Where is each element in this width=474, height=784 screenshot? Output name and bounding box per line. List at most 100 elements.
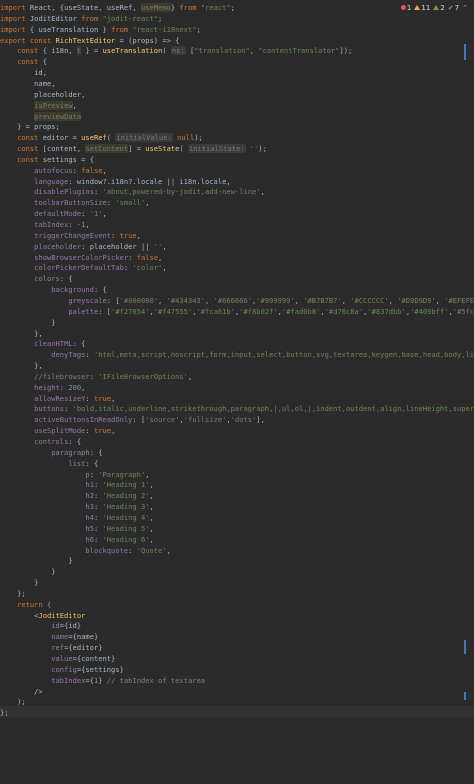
code-line[interactable]: config={settings} [0, 664, 124, 675]
code-line[interactable]: placeholder: placeholder || '', [0, 241, 166, 252]
code-line[interactable]: }, [0, 328, 43, 339]
code-line[interactable]: isPreview, [0, 100, 77, 111]
code-line[interactable]: }, [0, 360, 43, 371]
code-line[interactable]: useSplitMode: true, [0, 425, 115, 436]
code-token: placeholder [34, 241, 82, 251]
code-line[interactable]: cleanHTML: { [0, 338, 85, 349]
code-line[interactable]: paragraph: { [0, 447, 102, 458]
code-line[interactable]: //filebrowser: 'IFileBrowserOptions', [0, 371, 192, 382]
code-token: : { [93, 285, 107, 295]
code-line[interactable]: list: { [0, 458, 98, 469]
code-line[interactable]: id={id} [0, 620, 81, 631]
code-token: : window?.i18n?.locale || i18n.locale, [68, 176, 231, 186]
code-line[interactable]: ref={editor} [0, 642, 103, 653]
scroll-marker [464, 640, 466, 654]
code-line[interactable]: placeholder, [0, 89, 85, 100]
code-line[interactable]: }; [0, 588, 26, 599]
code-line[interactable]: <JoditEditor [0, 610, 85, 621]
code-line[interactable]: greyscale: ['#000000', '#434343', '#6666… [0, 295, 474, 306]
code-line[interactable]: } [0, 566, 55, 577]
code-line[interactable]: allowResizeY: true, [0, 393, 115, 404]
code-token: ={name} [68, 632, 99, 642]
code-token: denyTags [51, 350, 86, 360]
code-line[interactable]: h1: 'Heading 1', [0, 479, 154, 490]
code-line[interactable]: blockquote: 'Quote', [0, 545, 170, 556]
code-token: activeButtonsInReadOnly [34, 415, 133, 425]
code-token: : [93, 491, 103, 501]
code-line[interactable]: ); [0, 696, 26, 707]
code-line[interactable]: const settings = { [0, 154, 94, 165]
code-line[interactable]: toolbarButtonSize: 'small', [0, 197, 149, 208]
code-line[interactable]: colorPickerDefaultTab: 'color', [0, 262, 166, 273]
code-line[interactable]: denyTags: 'html,meta,script,noscript,for… [0, 349, 474, 360]
code-token: } [0, 317, 56, 327]
code-line[interactable]: p: 'Paragraph', [0, 469, 150, 480]
code-line[interactable]: } = props; [0, 121, 60, 132]
code-token: , [149, 480, 154, 490]
weak-warning-count[interactable]: 2 [433, 4, 445, 12]
code-token: : { [59, 274, 73, 284]
code-line[interactable]: triggerChangeEvent: true, [0, 230, 141, 241]
code-line[interactable]: import React, {useState, useRef, useMemo… [0, 2, 235, 13]
code-line[interactable]: h3: 'Heading 3', [0, 501, 153, 512]
code-line[interactable]: const [content, setContent] = useState( … [0, 143, 267, 154]
code-line[interactable]: buttons: 'bold,italic,underline,striketh… [0, 403, 474, 414]
code-token: /> [0, 686, 43, 696]
code-token: , [158, 252, 163, 262]
code-line[interactable]: export const RichTextEditor = (props) =>… [0, 35, 179, 46]
code-line[interactable]: disablePlugins: 'about,powered-by-jodit,… [0, 186, 265, 197]
code-line[interactable]: tabIndex: -1, [0, 219, 90, 230]
code-line[interactable]: defaultMode: '1', [0, 208, 107, 219]
code-line[interactable]: /> [0, 686, 43, 697]
code-line[interactable]: id, [0, 67, 47, 78]
code-token: 'dots' [230, 415, 257, 425]
code-line[interactable]: showBrowserColorPicker: false, [0, 252, 162, 263]
code-token: import [0, 24, 30, 34]
code-line[interactable]: language: window?.i18n?.locale || i18n.l… [0, 176, 231, 187]
code-token: return [17, 599, 47, 609]
code-line[interactable]: previewData [0, 111, 82, 122]
code-line[interactable]: const editor = useRef( initialValue: nul… [0, 132, 203, 143]
code-line[interactable]: palette: ['#f27654','#f47555','#fca61b',… [0, 306, 474, 317]
code-line[interactable]: activeButtonsInReadOnly: ['source','full… [0, 414, 265, 425]
code-line[interactable]: } [0, 317, 56, 328]
code-line[interactable]: autofocus: false, [0, 165, 107, 176]
code-line[interactable]: background: { [0, 284, 107, 295]
code-line[interactable]: import JoditEditor from "jodit-react"; [0, 13, 162, 24]
code-token: 'Heading 1' [102, 480, 150, 490]
code-line[interactable]: } [0, 555, 72, 566]
code-token: const [17, 46, 43, 56]
code-token: id, [0, 68, 47, 78]
code-line[interactable]: const { [0, 56, 47, 67]
code-line[interactable]: tabIndex={1} // tabIndex of textarea [0, 675, 205, 686]
typo-count[interactable]: ✔ 7 [448, 4, 459, 12]
code-line[interactable]: h5: 'Heading 5', [0, 523, 153, 534]
warning-count[interactable]: 11 [414, 4, 430, 12]
code-line[interactable]: const { i18n, t } = useTranslation( ns: … [0, 45, 352, 56]
code-token: ={editor} [64, 643, 103, 653]
code-line[interactable]: return ( [0, 599, 51, 610]
code-token: colors [34, 274, 60, 284]
code-line[interactable]: h4: 'Heading 4', [0, 512, 153, 523]
code-line[interactable]: name={name} [0, 631, 98, 642]
code-line[interactable]: } [0, 577, 38, 588]
code-editor[interactable]: import React, {useState, useRef, useMemo… [0, 0, 474, 784]
code-line[interactable]: h2: 'Heading 2', [0, 490, 153, 501]
code-line[interactable]: height: 200, [0, 382, 85, 393]
code-line[interactable]: }; [0, 707, 9, 718]
chevron-up-icon[interactable]: ⌃ [462, 4, 468, 12]
error-count[interactable]: 1 [400, 4, 411, 12]
code-line[interactable]: name, [0, 78, 55, 89]
code-line[interactable]: colors: { [0, 273, 73, 284]
code-line[interactable]: controls: { [0, 436, 81, 447]
code-token: '1' [89, 209, 103, 219]
code-line[interactable]: h6: 'Heading 6', [0, 534, 153, 545]
code-line[interactable]: import { useTranslation } from "react-i1… [0, 24, 201, 35]
inspection-widget[interactable]: 1 11 2 ✔ 7 ⌃ [400, 2, 468, 13]
code-token: "react" [200, 3, 231, 12]
code-token: , [145, 469, 150, 479]
code-line[interactable]: value={content} [0, 653, 115, 664]
